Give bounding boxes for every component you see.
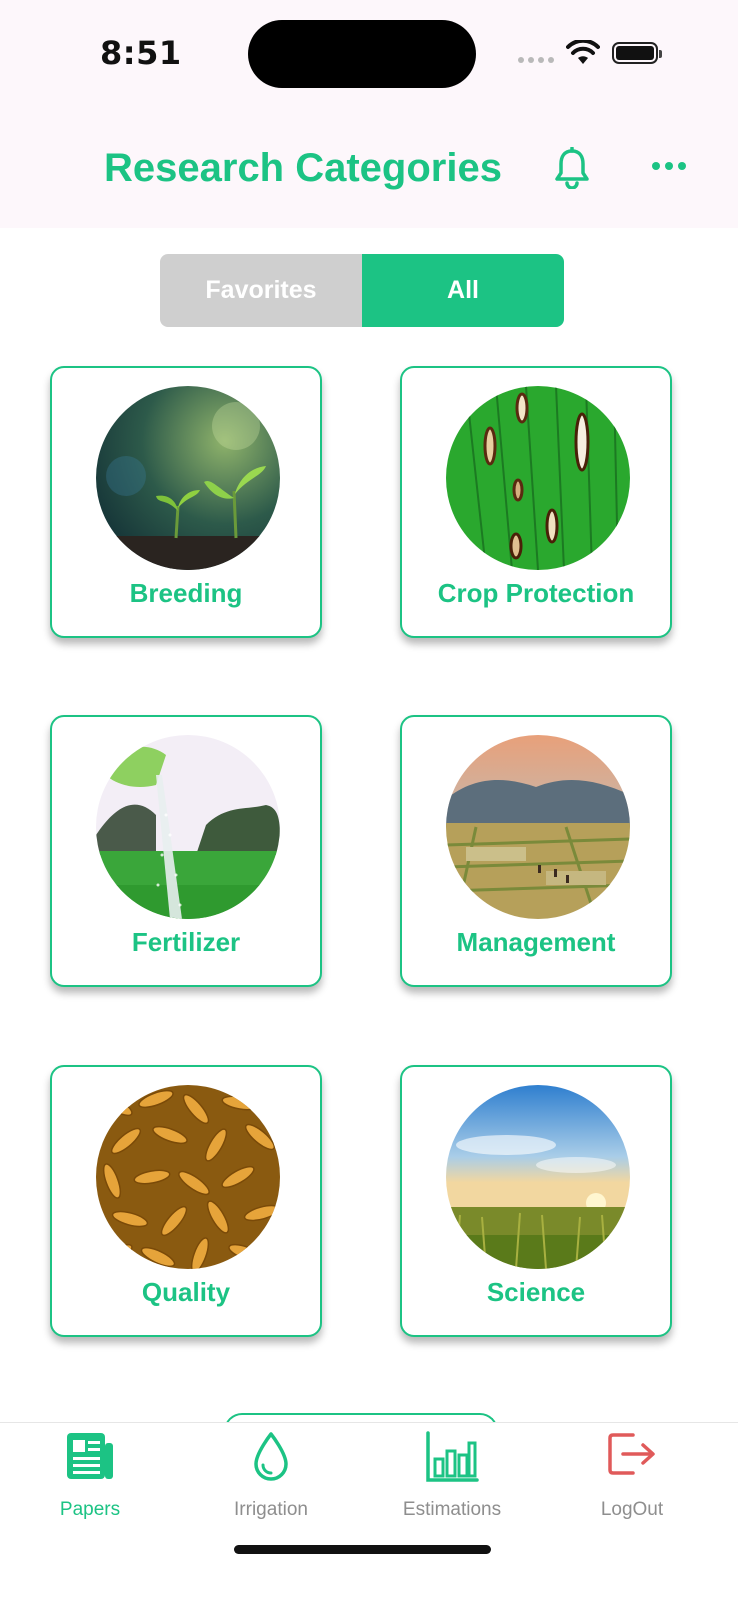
category-card-management[interactable]: Management xyxy=(400,715,672,987)
category-card-fertilizer[interactable]: Fertilizer xyxy=(50,715,322,987)
tab-estimations[interactable]: Estimations xyxy=(377,1431,527,1531)
field-sunset-image xyxy=(446,1085,630,1269)
category-label: Science xyxy=(486,1277,586,1307)
category-card-quality[interactable]: Quality xyxy=(50,1065,322,1337)
page-title: Research Categories xyxy=(104,146,502,190)
diseased-leaf-image xyxy=(446,386,630,570)
tab-label: Estimations xyxy=(402,1499,502,1520)
nav-header: Research Categories xyxy=(0,110,738,228)
battery-icon xyxy=(612,42,662,64)
home-indicator[interactable] xyxy=(234,1545,491,1554)
water-drop-icon xyxy=(254,1432,288,1481)
tab-label: Irrigation xyxy=(234,1499,308,1520)
bell-icon[interactable] xyxy=(553,147,591,189)
paddy-field-image xyxy=(446,735,630,919)
tab-label: LogOut xyxy=(600,1499,664,1520)
category-label: Breeding xyxy=(129,578,243,608)
category-label: Management xyxy=(456,927,616,957)
newspaper-icon xyxy=(67,1433,113,1479)
segment-all[interactable]: All xyxy=(362,254,564,327)
category-label: Fertilizer xyxy=(131,927,241,957)
category-card-science[interactable]: Science xyxy=(400,1065,672,1337)
tab-irrigation[interactable]: Irrigation xyxy=(196,1431,346,1531)
category-label: Quality xyxy=(141,1277,231,1307)
tab-label: Papers xyxy=(59,1499,121,1520)
bar-chart-icon xyxy=(426,1431,479,1482)
segment-favorites[interactable]: Favorites xyxy=(160,254,362,327)
cellular-signal-icon xyxy=(518,57,554,63)
more-options-icon[interactable] xyxy=(652,162,686,170)
wifi-icon xyxy=(566,40,600,64)
segmented-control: Favorites All xyxy=(160,254,564,327)
category-card-breeding[interactable]: Breeding xyxy=(50,366,322,638)
seedlings-image xyxy=(96,386,280,570)
tab-papers[interactable]: Papers xyxy=(15,1431,165,1531)
category-label: Crop Protection xyxy=(437,578,635,608)
dynamic-island xyxy=(248,20,476,88)
fertilizer-image xyxy=(96,735,280,919)
status-time: 8:51 xyxy=(100,34,182,72)
rice-grains-image xyxy=(96,1085,280,1269)
category-card-crop-protection[interactable]: Crop Protection xyxy=(400,366,672,638)
tab-logout[interactable]: LogOut xyxy=(557,1431,707,1531)
logout-icon xyxy=(608,1433,655,1475)
tab-bar: Papers Irrigation Estimations LogOut xyxy=(0,1422,738,1601)
status-bar: 8:51 xyxy=(0,0,738,110)
